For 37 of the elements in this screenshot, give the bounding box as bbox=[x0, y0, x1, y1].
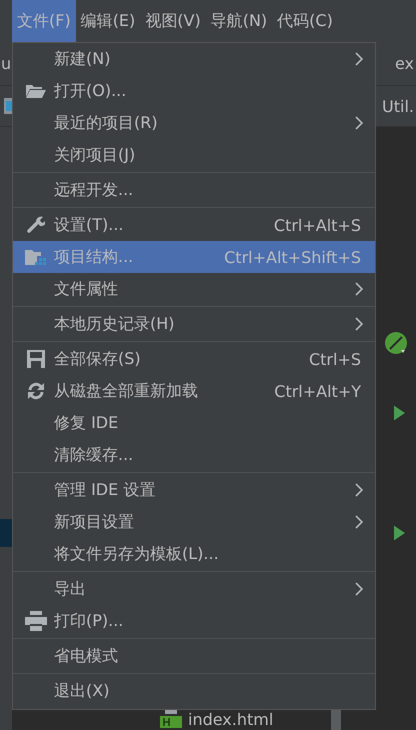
selected-row bbox=[0, 519, 12, 547]
menu-item[interactable]: 关闭项目(J) bbox=[13, 139, 375, 171]
menu-item[interactable]: 退出(X) bbox=[13, 675, 375, 707]
menu-item[interactable]: 新项目设置 bbox=[13, 506, 375, 538]
menu-item[interactable]: 打开(O)... bbox=[13, 75, 375, 107]
menu-item[interactable]: 修复 IDE bbox=[13, 407, 375, 439]
reload-icon bbox=[26, 382, 44, 400]
menu-item[interactable]: 管理 IDE 设置 bbox=[13, 474, 375, 506]
printer-icon bbox=[24, 611, 46, 631]
menu-item[interactable]: 省电模式 bbox=[13, 640, 375, 672]
menu-bar-item[interactable]: 编辑(E) bbox=[76, 0, 140, 42]
folder-icon bbox=[26, 84, 46, 98]
menu-item[interactable]: 导出 bbox=[13, 573, 375, 605]
menu-item[interactable]: 打印(P)... bbox=[13, 605, 375, 637]
editor-tab[interactable]: Util. bbox=[382, 96, 414, 116]
run-icon[interactable] bbox=[394, 405, 404, 421]
wrench-icon bbox=[26, 216, 44, 234]
menu-item[interactable]: 文件属性 bbox=[13, 273, 375, 305]
html-file-icon bbox=[160, 710, 182, 728]
breadcrumb-item[interactable]: ex bbox=[394, 54, 414, 73]
menu-bar-item[interactable]: 导航(N) bbox=[206, 0, 272, 42]
menu-item[interactable]: 全部保存(S) Ctrl+S bbox=[13, 343, 375, 375]
menu-item[interactable]: 最近的项目(R) bbox=[13, 107, 375, 139]
menu-item[interactable]: 清除缓存... bbox=[13, 439, 375, 471]
run-icon[interactable] bbox=[394, 525, 404, 541]
menu-bar-item[interactable]: 视图(V) bbox=[140, 0, 206, 42]
file-name[interactable]: index.html bbox=[188, 710, 274, 728]
menu-item[interactable]: 将文件另存为模板(L)... bbox=[13, 538, 375, 570]
menu-item[interactable]: 远程开发... bbox=[13, 174, 375, 206]
menu-item[interactable]: 新建(N) bbox=[13, 43, 375, 75]
folder-grid-icon bbox=[24, 249, 46, 265]
scrollbar[interactable] bbox=[331, 708, 342, 730]
menu-bar-item[interactable]: 代码(C) bbox=[272, 0, 338, 42]
menu-item[interactable]: 从磁盘全部重新加载 Ctrl+Alt+Y bbox=[13, 375, 375, 407]
menu-item[interactable]: 本地历史记录(H) bbox=[13, 308, 375, 340]
menu-item[interactable]: 设置(T)... Ctrl+Alt+S bbox=[13, 209, 375, 241]
editor-tab[interactable]: u bbox=[1, 54, 12, 73]
